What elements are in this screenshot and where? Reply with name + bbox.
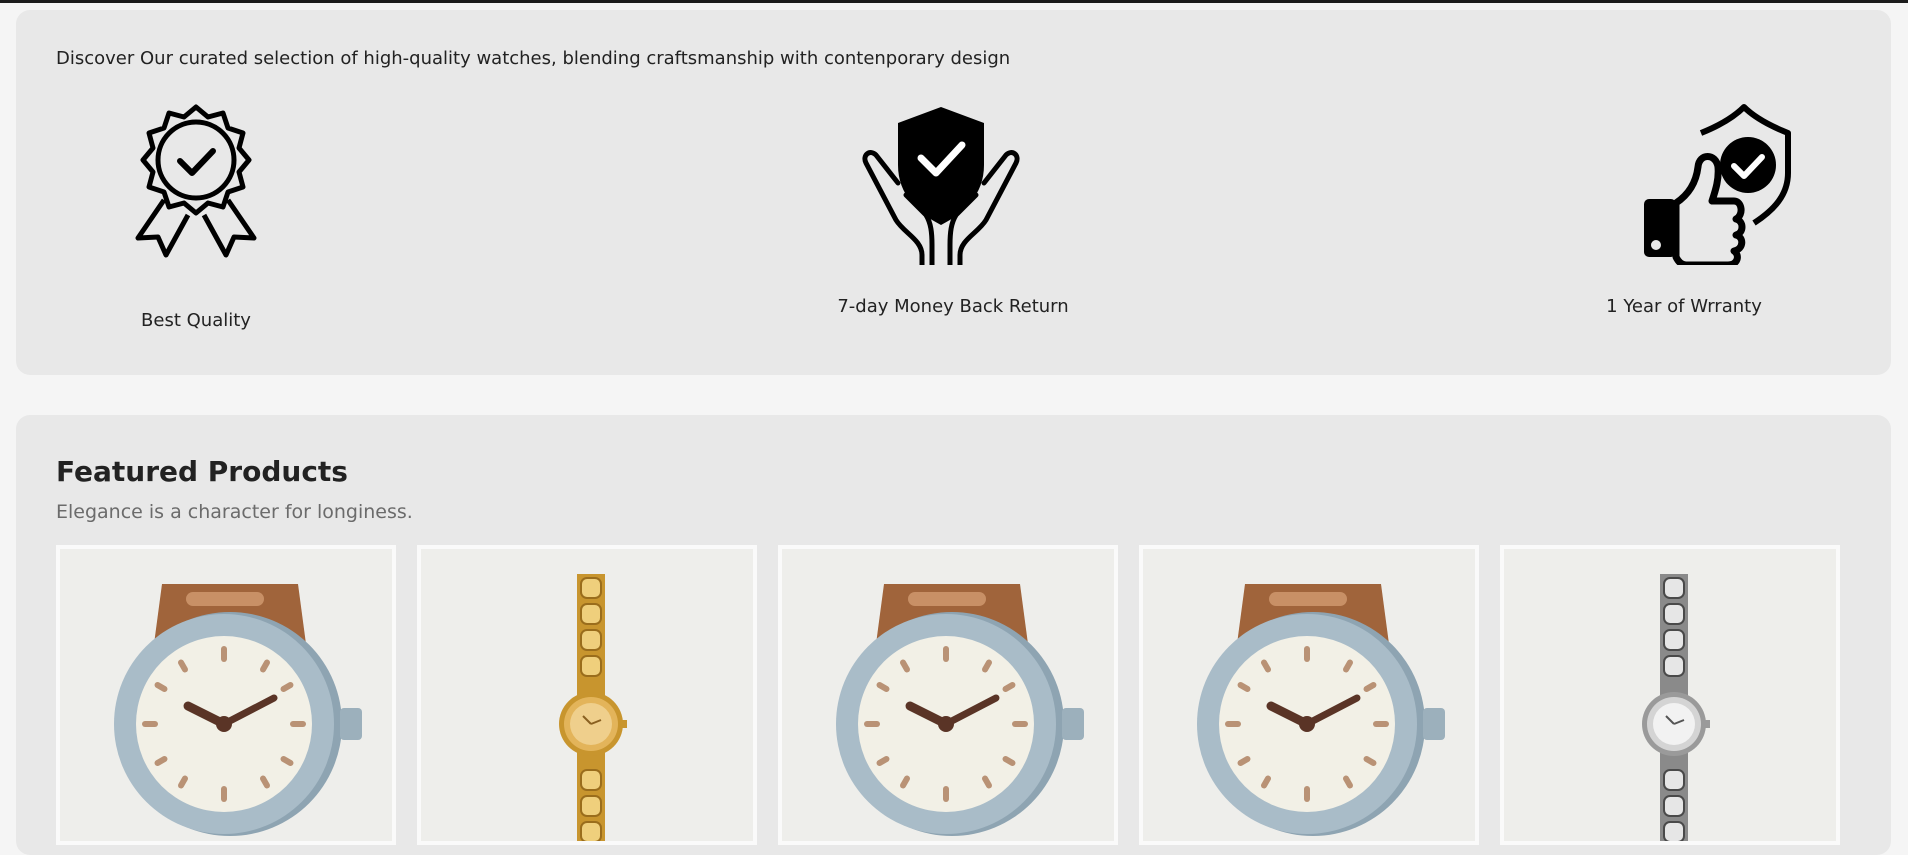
brown-strap-watch-image (1197, 584, 1445, 836)
product-card[interactable] (56, 545, 396, 845)
brown-strap-watch-image (114, 584, 362, 836)
feature-label: 7-day Money Back Return (837, 296, 1069, 317)
product-card[interactable] (778, 545, 1118, 845)
featured-products-panel: Featured Products Elegance is a characte… (16, 415, 1891, 855)
thumbs-up-shield-icon (1644, 104, 1791, 265)
features-intro: Discover Our curated selection of high-q… (56, 48, 1011, 69)
product-card[interactable] (1139, 545, 1479, 845)
gold-chain-watch-image (559, 574, 627, 841)
feature-label: Best Quality (141, 310, 251, 331)
brown-strap-watch-image (836, 584, 1084, 836)
product-card[interactable] (1500, 545, 1840, 845)
product-card[interactable] (417, 545, 757, 845)
features-panel: Discover Our curated selection of high-q… (16, 10, 1891, 375)
top-border (0, 0, 1908, 3)
shield-hands-icon (862, 107, 1020, 265)
silver-chain-watch-image (1642, 574, 1710, 841)
feature-label: 1 Year of Wrranty (1606, 296, 1762, 317)
section-subtitle: Elegance is a character for longiness. (56, 501, 413, 523)
section-title: Featured Products (56, 455, 348, 488)
award-badge-icon (135, 104, 257, 258)
